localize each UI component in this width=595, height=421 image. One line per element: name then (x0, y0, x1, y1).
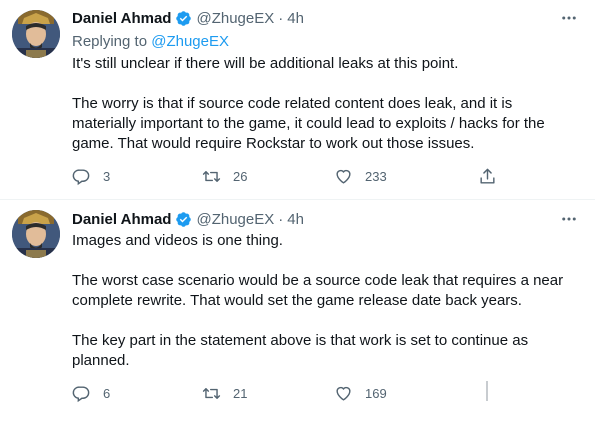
share-placeholder-bar (486, 381, 488, 401)
tweet-header: Daniel Ahmad @ZhugeEX · 4h (72, 209, 304, 229)
tweet-text: Images and videos is one thing. The wors… (72, 231, 577, 371)
author-avatar[interactable] (12, 10, 60, 58)
reply-icon (72, 168, 90, 185)
tweet-paragraph: The key part in the statement above is t… (72, 332, 529, 369)
reply-button[interactable]: 6 (72, 383, 110, 403)
tweet-paragraph: The worst case scenario would be a sourc… (72, 272, 564, 309)
like-count: 169 (365, 385, 387, 401)
separator-dot: · (278, 210, 284, 228)
tweet-paragraph: The worry is that if source code related… (72, 95, 545, 152)
heart-icon (336, 169, 351, 184)
retweet-count: 26 (233, 168, 248, 184)
author-handle[interactable]: @ZhugeEX (196, 10, 274, 27)
retweet-icon (202, 387, 221, 399)
replying-to-line: Replying to @ZhugeEX (72, 33, 229, 50)
verified-badge-icon (175, 10, 192, 27)
tweet-reply-1[interactable]: Daniel Ahmad @ZhugeEX · 4h Replying to @… (0, 0, 595, 200)
share-button[interactable] (478, 166, 497, 186)
more-icon[interactable] (559, 8, 579, 28)
like-button[interactable]: 233 (334, 166, 387, 186)
author-handle[interactable]: @ZhugeEX (196, 211, 274, 228)
timestamp[interactable]: 4h (287, 10, 304, 27)
tweet-reply-2[interactable]: Daniel Ahmad @ZhugeEX · 4h Images and vi… (0, 200, 595, 421)
reply-button[interactable]: 3 (72, 166, 110, 186)
replying-to-prefix: Replying to (72, 33, 148, 50)
timestamp[interactable]: 4h (287, 211, 304, 228)
tweet-paragraph: Images and videos is one thing. (72, 232, 283, 249)
author-name[interactable]: Daniel Ahmad (72, 10, 171, 27)
replying-to-mention[interactable]: @ZhugeEX (151, 33, 229, 50)
retweet-button[interactable]: 21 (202, 383, 247, 403)
retweet-icon (202, 170, 221, 182)
retweet-button[interactable]: 26 (202, 166, 247, 186)
share-icon (480, 168, 495, 184)
tweet-text: It's still unclear if there will be addi… (72, 54, 577, 154)
avatar-image (12, 210, 60, 258)
tweet-actions: 3 26 233 (72, 166, 502, 186)
tweet-actions: 6 21 169 (72, 381, 502, 403)
heart-icon (336, 386, 351, 401)
like-count: 233 (365, 168, 387, 184)
avatar-image (12, 10, 60, 58)
reply-icon (72, 385, 90, 402)
tweet-paragraph: It's still unclear if there will be addi… (72, 55, 459, 72)
author-name[interactable]: Daniel Ahmad (72, 211, 171, 228)
author-avatar[interactable] (12, 210, 60, 258)
retweet-count: 21 (233, 385, 248, 401)
reply-count: 6 (103, 385, 111, 401)
verified-badge-icon (175, 211, 192, 228)
like-button[interactable]: 169 (334, 383, 387, 403)
tweet-header: Daniel Ahmad @ZhugeEX · 4h (72, 8, 304, 28)
more-icon[interactable] (559, 209, 579, 229)
separator-dot: · (278, 9, 284, 27)
reply-count: 3 (103, 168, 111, 184)
